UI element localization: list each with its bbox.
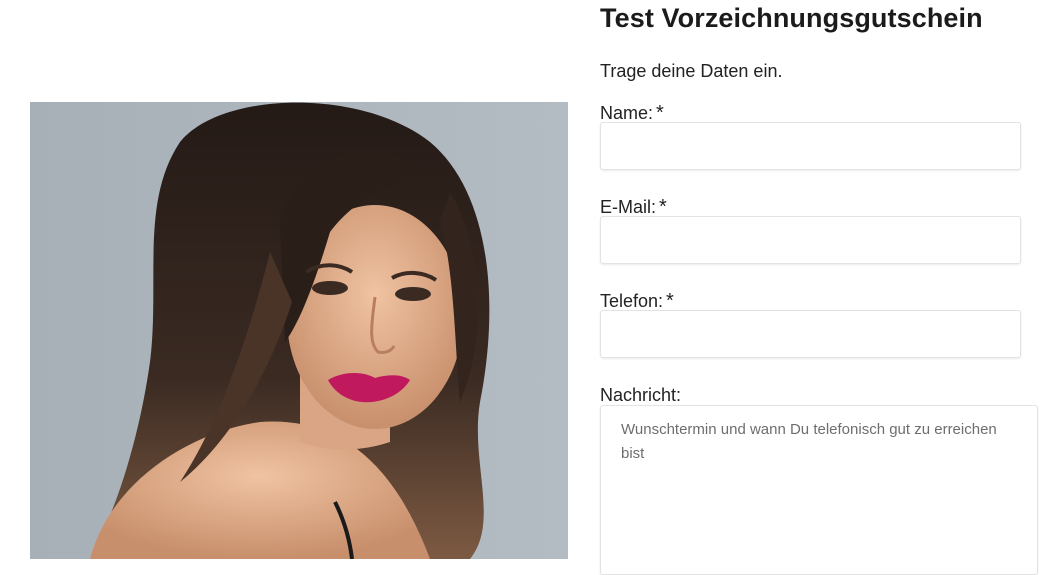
name-field[interactable] <box>600 122 1021 170</box>
name-label-text: Name: <box>600 103 654 123</box>
message-textarea[interactable] <box>600 405 1038 575</box>
phone-label-text: Telefon: <box>600 291 664 311</box>
email-label-text: E-Mail: <box>600 197 657 217</box>
portrait-illustration <box>30 102 568 559</box>
required-marker: * <box>656 102 664 124</box>
phone-field[interactable] <box>600 310 1021 358</box>
form-intro: Trage deine Daten ein. <box>600 61 783 81</box>
form-title: Test Vorzeichnungsgutschein <box>600 3 983 33</box>
message-label: Nachricht: <box>600 385 682 405</box>
required-marker: * <box>659 196 667 218</box>
email-field[interactable] <box>600 216 1021 264</box>
required-marker: * <box>666 290 674 312</box>
portrait-photo <box>30 102 568 559</box>
